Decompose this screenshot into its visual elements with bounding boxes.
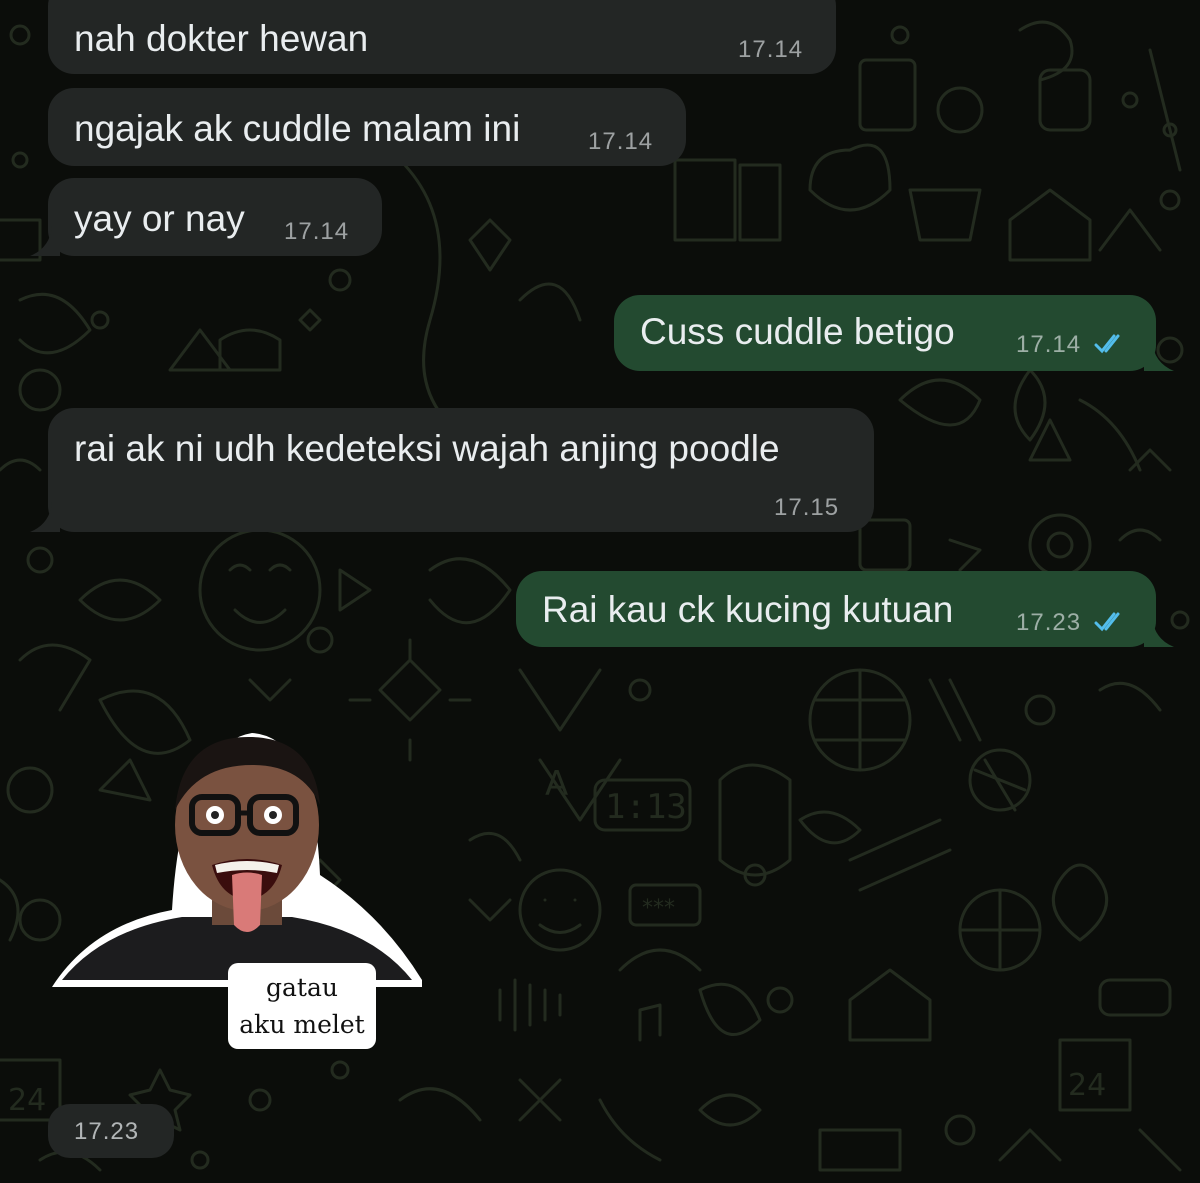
read-ticks-icon	[1094, 334, 1120, 354]
bubble-tail	[30, 502, 60, 532]
incoming-message[interactable]: rai ak ni udh kedeteksi wajah anjing poo…	[48, 408, 874, 532]
message-time: 17.23	[1016, 609, 1082, 636]
message-text: rai ak ni udh kedeteksi wajah anjing poo…	[74, 428, 780, 469]
message-time: 17.14	[1016, 331, 1082, 358]
message-text: ngajak ak cuddle malam ini	[74, 108, 521, 149]
svg-text:A: A	[545, 764, 568, 804]
svg-text:24: 24	[1068, 1068, 1106, 1103]
svg-text:24: 24	[8, 1083, 46, 1118]
sticker-time-badge: 17.23	[48, 1104, 174, 1158]
outgoing-message[interactable]: Rai kau ck kucing kutuan 17.23	[516, 571, 1156, 647]
incoming-message[interactable]: nah dokter hewan 17.14	[48, 0, 836, 74]
bubble-tail	[1144, 341, 1174, 371]
message-time: 17.14	[738, 36, 804, 63]
message-time: 17.23	[74, 1118, 140, 1145]
message-time: 17.14	[588, 128, 654, 155]
sticker-caption: gatau aku melet	[228, 963, 376, 1049]
read-ticks-icon	[1094, 612, 1120, 632]
sticker-caption-line: gatau	[266, 973, 338, 1002]
incoming-message[interactable]: yay or nay 17.14	[48, 178, 382, 256]
sticker-caption-line: aku melet	[239, 1010, 365, 1039]
svg-text:1:13: 1:13	[605, 787, 687, 827]
outgoing-message[interactable]: Cuss cuddle betigo 17.14	[614, 295, 1156, 371]
message-text: nah dokter hewan	[74, 18, 369, 59]
message-text: Rai kau ck kucing kutuan	[542, 589, 954, 630]
message-text: Cuss cuddle betigo	[640, 311, 955, 352]
bubble-tail	[1144, 617, 1174, 647]
incoming-message[interactable]: ngajak ak cuddle malam ini 17.14	[48, 88, 686, 166]
message-time: 17.15	[774, 494, 840, 521]
message-time: 17.14	[284, 218, 350, 245]
bubble-tail	[30, 226, 60, 256]
message-text: yay or nay	[74, 198, 245, 239]
svg-text:***: ***	[642, 896, 675, 921]
sticker-message[interactable]: gatau aku melet	[52, 725, 422, 1055]
